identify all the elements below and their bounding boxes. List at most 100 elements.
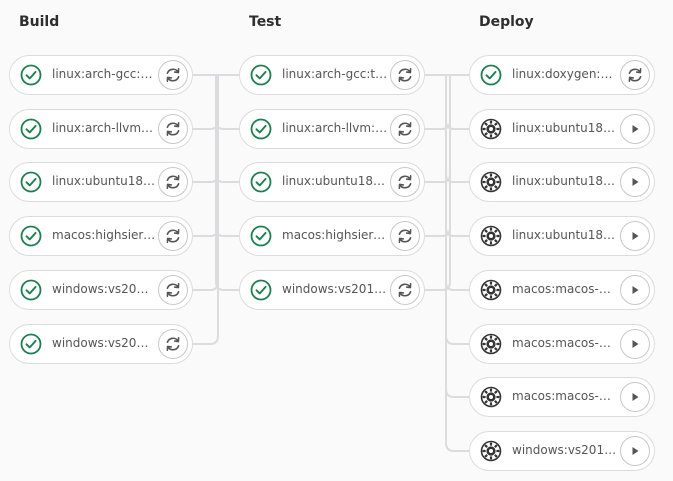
job-name: windows:vs2019:...: [512, 443, 618, 457]
retry-icon: [396, 120, 414, 138]
job-name: macos:macos-de...: [512, 336, 618, 350]
retry-icon: [396, 227, 414, 245]
play-icon: [628, 283, 642, 297]
play-icon: [628, 337, 642, 351]
job-test-1[interactable]: linux:arch-gcc:test: [239, 55, 425, 95]
play-button[interactable]: [620, 382, 650, 412]
manual-status-icon: [480, 440, 502, 462]
job-deploy-7[interactable]: macos:macos-de...: [469, 377, 655, 417]
connector-line: [215, 75, 239, 130]
retry-button[interactable]: [620, 60, 650, 90]
job-test-4[interactable]: macos:highsierra:...: [239, 216, 425, 256]
connector-line: [193, 75, 219, 345]
retry-icon: [164, 281, 182, 299]
play-button[interactable]: [620, 436, 650, 466]
retry-button[interactable]: [158, 167, 188, 197]
play-icon: [628, 390, 642, 404]
job-test-2[interactable]: linux:arch-llvm:test: [239, 109, 425, 149]
job-deploy-5[interactable]: macos:macos-de...: [469, 270, 655, 310]
job-test-5[interactable]: windows:vs2019:t...: [239, 270, 425, 310]
job-name: linux:arch-gcc:bu...: [52, 67, 156, 81]
manual-status-icon: [480, 333, 502, 355]
job-name: windows:vs2017:...: [52, 282, 156, 296]
job-build-3[interactable]: linux:ubuntu1804...: [9, 162, 193, 202]
job-build-2[interactable]: linux:arch-llvm:b...: [9, 109, 193, 149]
connector-line: [215, 75, 239, 237]
retry-icon: [164, 173, 182, 191]
job-name: linux:arch-gcc:test: [282, 67, 388, 81]
manual-status-icon: [480, 386, 502, 408]
job-name: linux:arch-llvm:test: [282, 121, 388, 135]
connector-line: [193, 75, 219, 237]
job-deploy-1[interactable]: linux:doxygen:de...: [469, 55, 655, 95]
retry-button[interactable]: [158, 114, 188, 144]
job-deploy-2[interactable]: linux:ubuntu1804...: [469, 109, 655, 149]
manual-status-icon: [480, 171, 502, 193]
retry-button[interactable]: [390, 114, 420, 144]
job-name: macos:highsierra:...: [282, 228, 388, 242]
retry-icon: [396, 281, 414, 299]
success-status-icon: [250, 64, 272, 86]
job-deploy-8[interactable]: windows:vs2019:...: [469, 431, 655, 471]
job-test-3[interactable]: linux:ubuntu1804...: [239, 162, 425, 202]
job-name: macos:macos-de...: [512, 389, 618, 403]
success-status-icon: [250, 225, 272, 247]
job-build-4[interactable]: macos:highsierra:...: [9, 216, 193, 256]
job-name: linux:doxygen:de...: [512, 67, 618, 81]
job-name: linux:ubuntu1804...: [512, 121, 618, 135]
success-status-icon: [20, 279, 42, 301]
job-build-5[interactable]: windows:vs2017:...: [9, 270, 193, 310]
play-button[interactable]: [620, 329, 650, 359]
job-name: linux:ubuntu1804...: [512, 228, 618, 242]
success-status-icon: [20, 225, 42, 247]
success-status-icon: [20, 118, 42, 140]
retry-button[interactable]: [158, 221, 188, 251]
manual-status-icon: [480, 225, 502, 247]
retry-icon: [164, 120, 182, 138]
retry-button[interactable]: [390, 221, 420, 251]
stage-title-deploy: Deploy: [479, 14, 534, 30]
success-status-icon: [20, 333, 42, 355]
retry-button[interactable]: [390, 275, 420, 305]
job-name: macos:macos-de...: [512, 282, 618, 296]
success-status-icon: [480, 64, 502, 86]
retry-button[interactable]: [390, 167, 420, 197]
play-icon: [628, 122, 642, 136]
retry-button[interactable]: [390, 60, 420, 90]
retry-icon: [396, 173, 414, 191]
retry-button[interactable]: [158, 60, 188, 90]
success-status-icon: [250, 279, 272, 301]
retry-icon: [164, 335, 182, 353]
job-deploy-3[interactable]: linux:ubuntu1804...: [469, 162, 655, 202]
job-name: linux:ubuntu1804...: [282, 174, 388, 188]
retry-icon: [164, 66, 182, 84]
manual-status-icon: [480, 118, 502, 140]
job-build-6[interactable]: windows:vs2019:...: [9, 324, 193, 364]
retry-button[interactable]: [158, 275, 188, 305]
success-status-icon: [250, 171, 272, 193]
retry-button[interactable]: [158, 329, 188, 359]
success-status-icon: [250, 118, 272, 140]
success-status-icon: [20, 64, 42, 86]
stage-title-test: Test: [249, 14, 282, 30]
job-name: windows:vs2019:...: [52, 336, 156, 350]
connector-line: [193, 75, 219, 130]
play-button[interactable]: [620, 275, 650, 305]
job-deploy-4[interactable]: linux:ubuntu1804...: [469, 216, 655, 256]
job-build-1[interactable]: linux:arch-gcc:bu...: [9, 55, 193, 95]
manual-status-icon: [480, 279, 502, 301]
retry-icon: [164, 227, 182, 245]
job-name: windows:vs2019:t...: [282, 282, 388, 296]
success-status-icon: [20, 171, 42, 193]
play-button[interactable]: [620, 221, 650, 251]
play-button[interactable]: [620, 114, 650, 144]
play-icon: [628, 229, 642, 243]
stage-title-build: Build: [19, 14, 60, 30]
play-button[interactable]: [620, 167, 650, 197]
job-name: linux:ubuntu1804...: [512, 174, 618, 188]
job-name: linux:arch-llvm:b...: [52, 121, 156, 135]
job-deploy-6[interactable]: macos:macos-de...: [469, 324, 655, 364]
play-icon: [628, 444, 642, 458]
retry-icon: [396, 66, 414, 84]
play-icon: [628, 175, 642, 189]
